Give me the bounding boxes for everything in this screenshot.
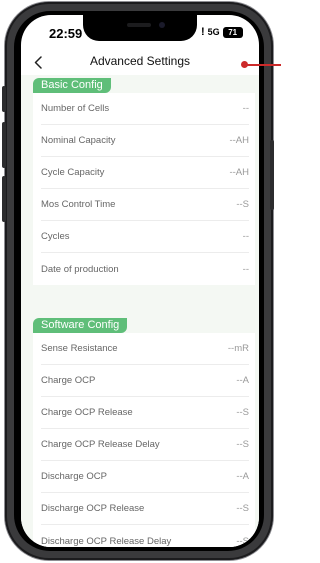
annotation-pointer-line: [247, 64, 281, 66]
basic-config-card: Number of Cells -- Nominal Capacity --AH…: [33, 93, 255, 285]
row-value: --: [242, 103, 249, 114]
row-label: Charge OCP: [41, 375, 96, 386]
row-label: Discharge OCP: [41, 471, 107, 482]
row-label: Discharge OCP Release: [41, 503, 145, 514]
status-time: 22:59: [49, 26, 83, 41]
network-label: 5G: [207, 27, 220, 37]
battery-level: 71: [228, 27, 238, 37]
row-label: Nominal Capacity: [41, 135, 116, 146]
settings-row[interactable]: Sense Resistance --mR: [41, 333, 249, 365]
row-label: Sense Resistance: [41, 343, 118, 354]
row-value: --AH: [229, 135, 249, 146]
settings-row[interactable]: Discharge OCP --A: [41, 461, 249, 493]
settings-row[interactable]: Discharge OCP Release --S: [41, 493, 249, 525]
row-label: Mos Control Time: [41, 199, 116, 210]
section-label-software-config: Software Config: [33, 318, 128, 333]
nav-header: Advanced Settings: [21, 49, 259, 75]
alert-indicator: !: [201, 26, 205, 38]
row-value: --S: [236, 535, 249, 547]
settings-row[interactable]: Mos Control Time --S: [41, 189, 249, 221]
row-value: --S: [236, 503, 249, 514]
notch: [83, 15, 197, 41]
settings-row[interactable]: Number of Cells --: [41, 93, 249, 125]
row-value: --: [242, 231, 249, 242]
row-label: Cycles: [41, 231, 70, 242]
software-config-card: Sense Resistance --mR Charge OCP --A Cha…: [33, 333, 255, 547]
row-label: Number of Cells: [41, 103, 110, 114]
row-value: --mR: [227, 343, 249, 354]
mute-switch: [2, 86, 6, 112]
row-label: Cycle Capacity: [41, 167, 105, 178]
volume-up-button: [2, 122, 6, 168]
section-label-basic-config: Basic Config: [33, 78, 111, 93]
battery-icon: 71: [222, 26, 243, 38]
row-value: --S: [236, 199, 249, 210]
row-value: --A: [236, 471, 249, 482]
volume-down-button: [2, 176, 6, 222]
settings-row[interactable]: Discharge OCP Release Delay --S: [41, 525, 249, 547]
settings-row[interactable]: Cycles --: [41, 221, 249, 253]
power-button: [270, 140, 274, 210]
row-label: Date of production: [41, 263, 119, 275]
row-label: Charge OCP Release Delay: [41, 439, 160, 450]
settings-row[interactable]: Date of production --: [41, 253, 249, 285]
settings-content[interactable]: Basic Config Number of Cells -- Nominal …: [21, 75, 259, 547]
settings-row[interactable]: Cycle Capacity --AH: [41, 157, 249, 189]
status-indicators: ! 5G 71: [201, 26, 243, 38]
row-label: Discharge OCP Release Delay: [41, 535, 172, 547]
row-value: --A: [236, 375, 249, 386]
settings-row[interactable]: Charge OCP Release --S: [41, 397, 249, 429]
row-value: --S: [236, 407, 249, 418]
settings-row[interactable]: Charge OCP --A: [41, 365, 249, 397]
row-value: --: [242, 263, 249, 275]
front-camera: [159, 22, 165, 28]
row-value: --AH: [229, 167, 249, 178]
row-label: Charge OCP Release: [41, 407, 133, 418]
page-title: Advanced Settings: [89, 54, 191, 68]
row-value: --S: [236, 439, 249, 450]
settings-row[interactable]: Nominal Capacity --AH: [41, 125, 249, 157]
settings-row[interactable]: Charge OCP Release Delay --S: [41, 429, 249, 461]
speaker-grille: [127, 23, 151, 27]
phone-screen: 22:59 ! 5G 71 Advanced Settings Basic Co…: [21, 15, 259, 547]
